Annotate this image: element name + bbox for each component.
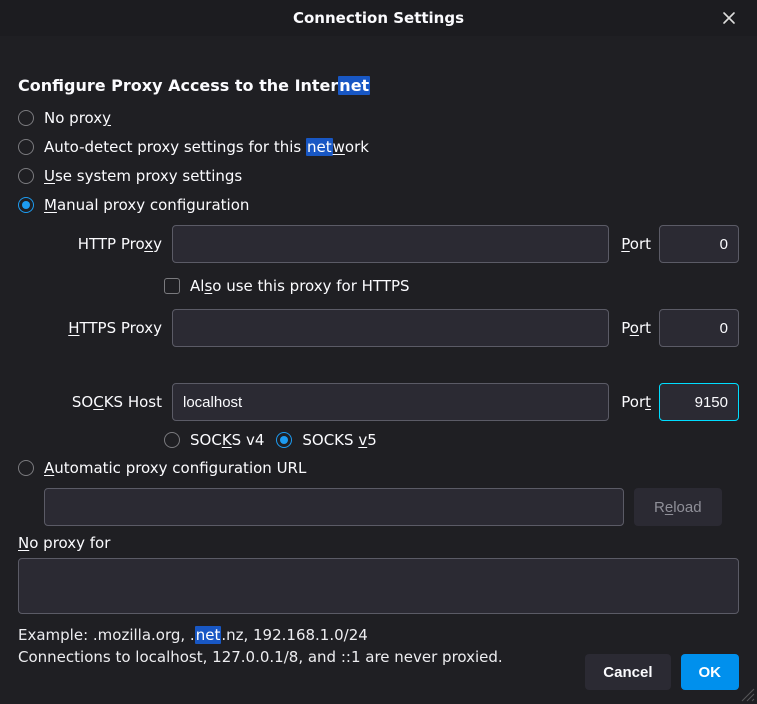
- http-proxy-input[interactable]: [172, 225, 609, 263]
- http-port-input[interactable]: [659, 225, 739, 263]
- dialog-title: Connection Settings: [293, 9, 464, 27]
- radio-label: No proxy: [44, 109, 111, 127]
- radio-label: Manual proxy configuration: [44, 196, 249, 214]
- socks-host-input[interactable]: [172, 383, 609, 421]
- radio-icon: [18, 110, 34, 126]
- reload-button[interactable]: Reload: [634, 488, 722, 526]
- radio-label: SOCKS v4: [190, 431, 264, 449]
- no-proxy-for-input[interactable]: [18, 558, 739, 614]
- radio-icon: [164, 432, 180, 448]
- socks-port-label: Port: [617, 393, 651, 411]
- checkbox-also-https[interactable]: Also use this proxy for HTTPS: [164, 277, 739, 295]
- radio-icon: [276, 432, 292, 448]
- pac-url-input[interactable]: [44, 488, 624, 526]
- https-proxy-label: HTTPS Proxy: [38, 319, 164, 337]
- socks-host-label: SOCKS Host: [38, 393, 164, 411]
- title-bar: Connection Settings: [0, 0, 757, 36]
- radio-icon: [18, 460, 34, 476]
- http-proxy-label: HTTP Proxy: [38, 235, 164, 253]
- radio-auto-detect[interactable]: Auto-detect proxy settings for this netw…: [18, 138, 739, 156]
- radio-label: SOCKS v5: [302, 431, 376, 449]
- section-heading: Configure Proxy Access to the Internet: [18, 76, 739, 95]
- resize-grip-icon[interactable]: [741, 688, 755, 702]
- radio-auto-config-url[interactable]: Automatic proxy configuration URL: [18, 459, 739, 477]
- https-proxy-input[interactable]: [172, 309, 609, 347]
- https-port-input[interactable]: [659, 309, 739, 347]
- cancel-button[interactable]: Cancel: [585, 654, 670, 690]
- radio-icon: [18, 197, 34, 213]
- checkbox-icon: [164, 278, 180, 294]
- close-icon[interactable]: [711, 0, 747, 36]
- radio-label: Auto-detect proxy settings for this netw…: [44, 138, 369, 156]
- radio-manual-proxy[interactable]: Manual proxy configuration: [18, 196, 739, 214]
- radio-socks-v4[interactable]: SOCKS v4: [164, 431, 264, 449]
- no-proxy-for-label: No proxy for: [18, 534, 739, 552]
- checkbox-label: Also use this proxy for HTTPS: [190, 277, 410, 295]
- https-port-label: Port: [617, 319, 651, 337]
- socks-port-input[interactable]: [659, 383, 739, 421]
- radio-socks-v5[interactable]: SOCKS v5: [276, 431, 376, 449]
- radio-icon: [18, 139, 34, 155]
- ok-button[interactable]: OK: [681, 654, 740, 690]
- radio-no-proxy[interactable]: No proxy: [18, 109, 739, 127]
- http-port-label: Port: [617, 235, 651, 253]
- radio-label: Automatic proxy configuration URL: [44, 459, 306, 477]
- radio-label: Use system proxy settings: [44, 167, 242, 185]
- example-text: Example: .mozilla.org, .net.nz, 192.168.…: [18, 626, 739, 644]
- radio-system-proxy[interactable]: Use system proxy settings: [18, 167, 739, 185]
- radio-icon: [18, 168, 34, 184]
